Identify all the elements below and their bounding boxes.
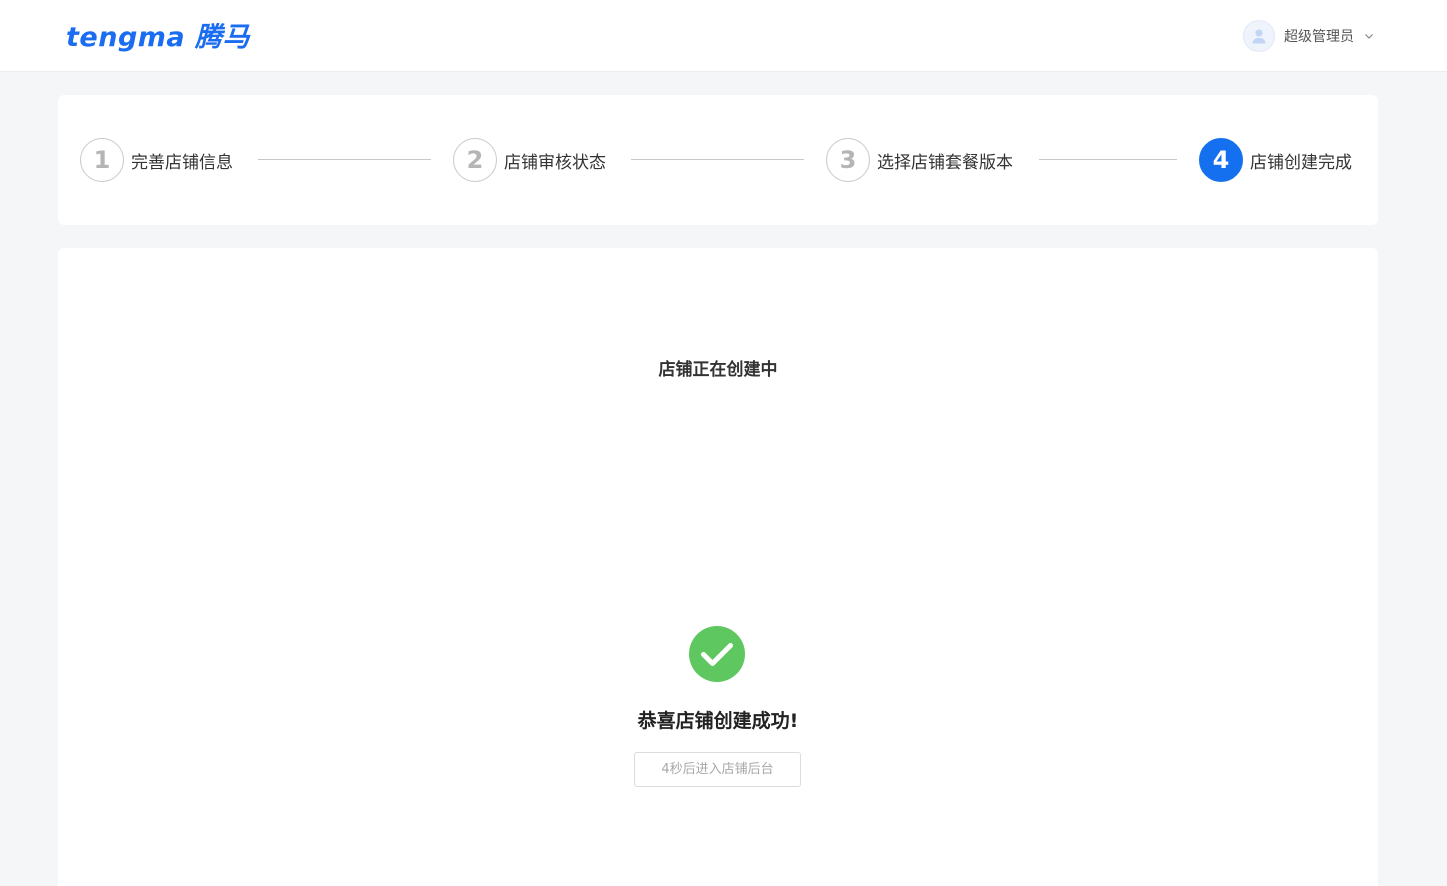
step-2: 2 店铺审核状态	[453, 138, 606, 182]
step-connector	[258, 159, 431, 160]
chevron-down-icon[interactable]	[1363, 27, 1375, 46]
user-avatar-icon[interactable]	[1243, 20, 1275, 52]
step-connector	[1039, 159, 1177, 160]
steps-card: 1 完善店铺信息 2 店铺审核状态 3 选择店铺套餐版本 4 店铺创建完成	[58, 95, 1378, 225]
creating-status: 店铺正在创建中	[658, 360, 778, 380]
user-name[interactable]: 超级管理员	[1284, 26, 1354, 46]
step-1: 1 完善店铺信息	[80, 138, 233, 182]
step-label: 店铺创建完成	[1250, 152, 1352, 173]
top-header: tengma 腾马 超级管理员	[0, 0, 1447, 72]
step-number: 1	[80, 138, 124, 182]
step-number: 4	[1199, 138, 1243, 182]
step-number: 2	[453, 138, 497, 182]
enter-store-button[interactable]: 4秒后进入店铺后台	[634, 752, 801, 787]
step-4: 4 店铺创建完成	[1199, 138, 1352, 182]
step-label: 完善店铺信息	[131, 152, 233, 173]
check-circle-icon	[689, 626, 745, 682]
brand-logo[interactable]: tengma 腾马	[66, 20, 250, 56]
step-number: 3	[826, 138, 870, 182]
success-title: 恭喜店铺创建成功!	[637, 710, 799, 732]
step-label: 店铺审核状态	[504, 152, 606, 173]
step-connector	[631, 159, 804, 160]
result-card: 店铺正在创建中 恭喜店铺创建成功! 4秒后进入店铺后台	[58, 248, 1378, 886]
step-3: 3 选择店铺套餐版本	[826, 138, 1013, 182]
user-menu[interactable]: 超级管理员	[1243, 20, 1375, 52]
step-label: 选择店铺套餐版本	[877, 152, 1013, 173]
